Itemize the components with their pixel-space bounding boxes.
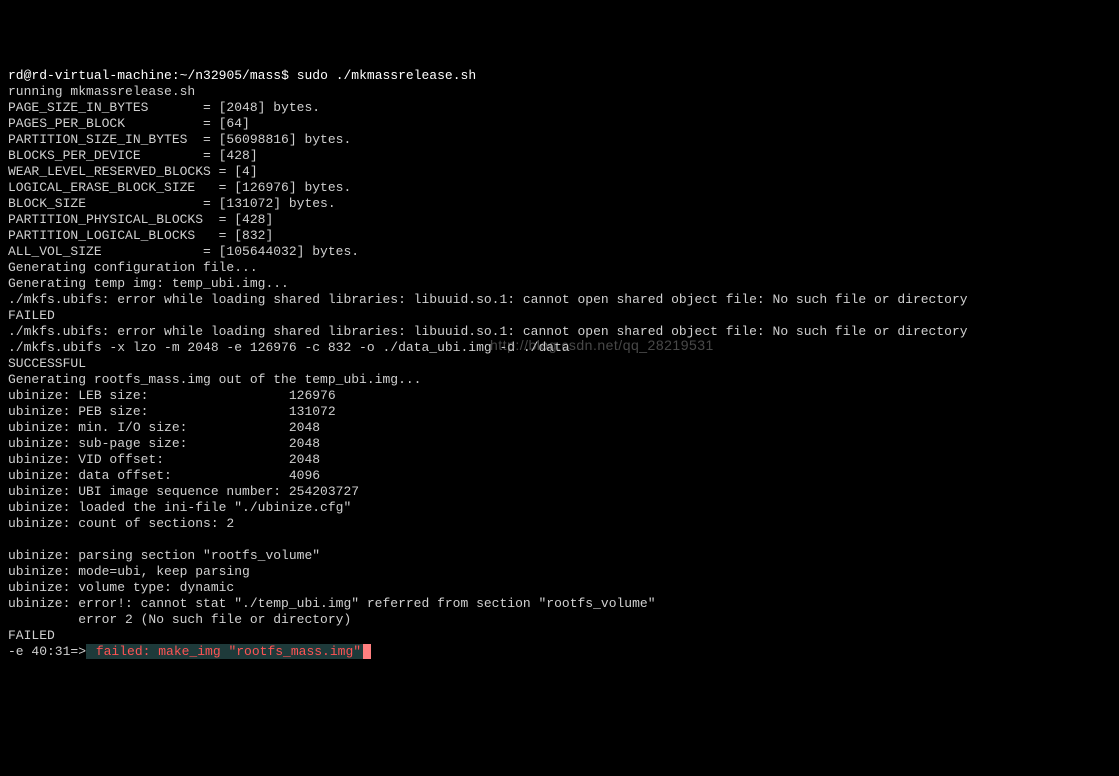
output-line: ubinize: data offset: 4096 <box>8 468 320 483</box>
output-line-failed: FAILED <box>8 628 55 643</box>
output-line: ubinize: mode=ubi, keep parsing <box>8 564 250 579</box>
output-line: ubinize: count of sections: 2 <box>8 516 234 531</box>
output-line: ./mkfs.ubifs -x lzo -m 2048 -e 126976 -c… <box>8 340 570 355</box>
prompt-space <box>289 68 297 83</box>
terminal-output[interactable]: rd@rd-virtual-machine:~/n32905/mass$ sud… <box>8 68 1111 660</box>
output-line: PAGES_PER_BLOCK = [64] <box>8 116 250 131</box>
output-line: LOGICAL_ERASE_BLOCK_SIZE = [126976] byte… <box>8 180 351 195</box>
output-line-error: ./mkfs.ubifs: error while loading shared… <box>8 292 968 307</box>
output-line: ubinize: PEB size: 131072 <box>8 404 336 419</box>
output-line: ubinize: volume type: dynamic <box>8 580 234 595</box>
output-line-error: error 2 (No such file or directory) <box>8 612 351 627</box>
output-line: Generating configuration file... <box>8 260 258 275</box>
entered-command: sudo ./mkmassrelease.sh <box>297 68 476 83</box>
prompt-path: ~/n32905/mass <box>180 68 281 83</box>
prompt-sep: $ <box>281 68 289 83</box>
output-line-error: ubinize: error!: cannot stat "./temp_ubi… <box>8 596 656 611</box>
output-line-success: SUCCESSFUL <box>8 356 86 371</box>
output-line: ALL_VOL_SIZE = [105644032] bytes. <box>8 244 359 259</box>
output-line: ubinize: loaded the ini-file "./ubinize.… <box>8 500 351 515</box>
output-line: ubinize: min. I/O size: 2048 <box>8 420 320 435</box>
prompt-user-host: rd@rd-virtual-machine <box>8 68 172 83</box>
fail-line-prefix: -e 40:31=> <box>8 644 86 659</box>
output-line: PARTITION_LOGICAL_BLOCKS = [832] <box>8 228 273 243</box>
output-line-error: ./mkfs.ubifs: error while loading shared… <box>8 324 968 339</box>
terminal-cursor: _ <box>363 644 371 659</box>
fail-line-highlight: failed: make_img "rootfs_mass.img" <box>86 644 363 659</box>
output-line: ubinize: LEB size: 126976 <box>8 388 336 403</box>
output-line: ubinize: VID offset: 2048 <box>8 452 320 467</box>
output-line: PARTITION_SIZE_IN_BYTES = [56098816] byt… <box>8 132 351 147</box>
output-line: running mkmassrelease.sh <box>8 84 195 99</box>
prompt-colon: : <box>172 68 180 83</box>
output-line: Generating rootfs_mass.img out of the te… <box>8 372 421 387</box>
output-line: PAGE_SIZE_IN_BYTES = [2048] bytes. <box>8 100 320 115</box>
output-line: ubinize: UBI image sequence number: 2542… <box>8 484 359 499</box>
output-line: Generating temp img: temp_ubi.img... <box>8 276 289 291</box>
output-line: ubinize: parsing section "rootfs_volume" <box>8 548 320 563</box>
output-line: PARTITION_PHYSICAL_BLOCKS = [428] <box>8 212 273 227</box>
output-line: BLOCK_SIZE = [131072] bytes. <box>8 196 336 211</box>
output-line-failed: FAILED <box>8 308 55 323</box>
output-line: BLOCKS_PER_DEVICE = [428] <box>8 148 258 163</box>
output-line: ubinize: sub-page size: 2048 <box>8 436 320 451</box>
output-line: WEAR_LEVEL_RESERVED_BLOCKS = [4] <box>8 164 258 179</box>
